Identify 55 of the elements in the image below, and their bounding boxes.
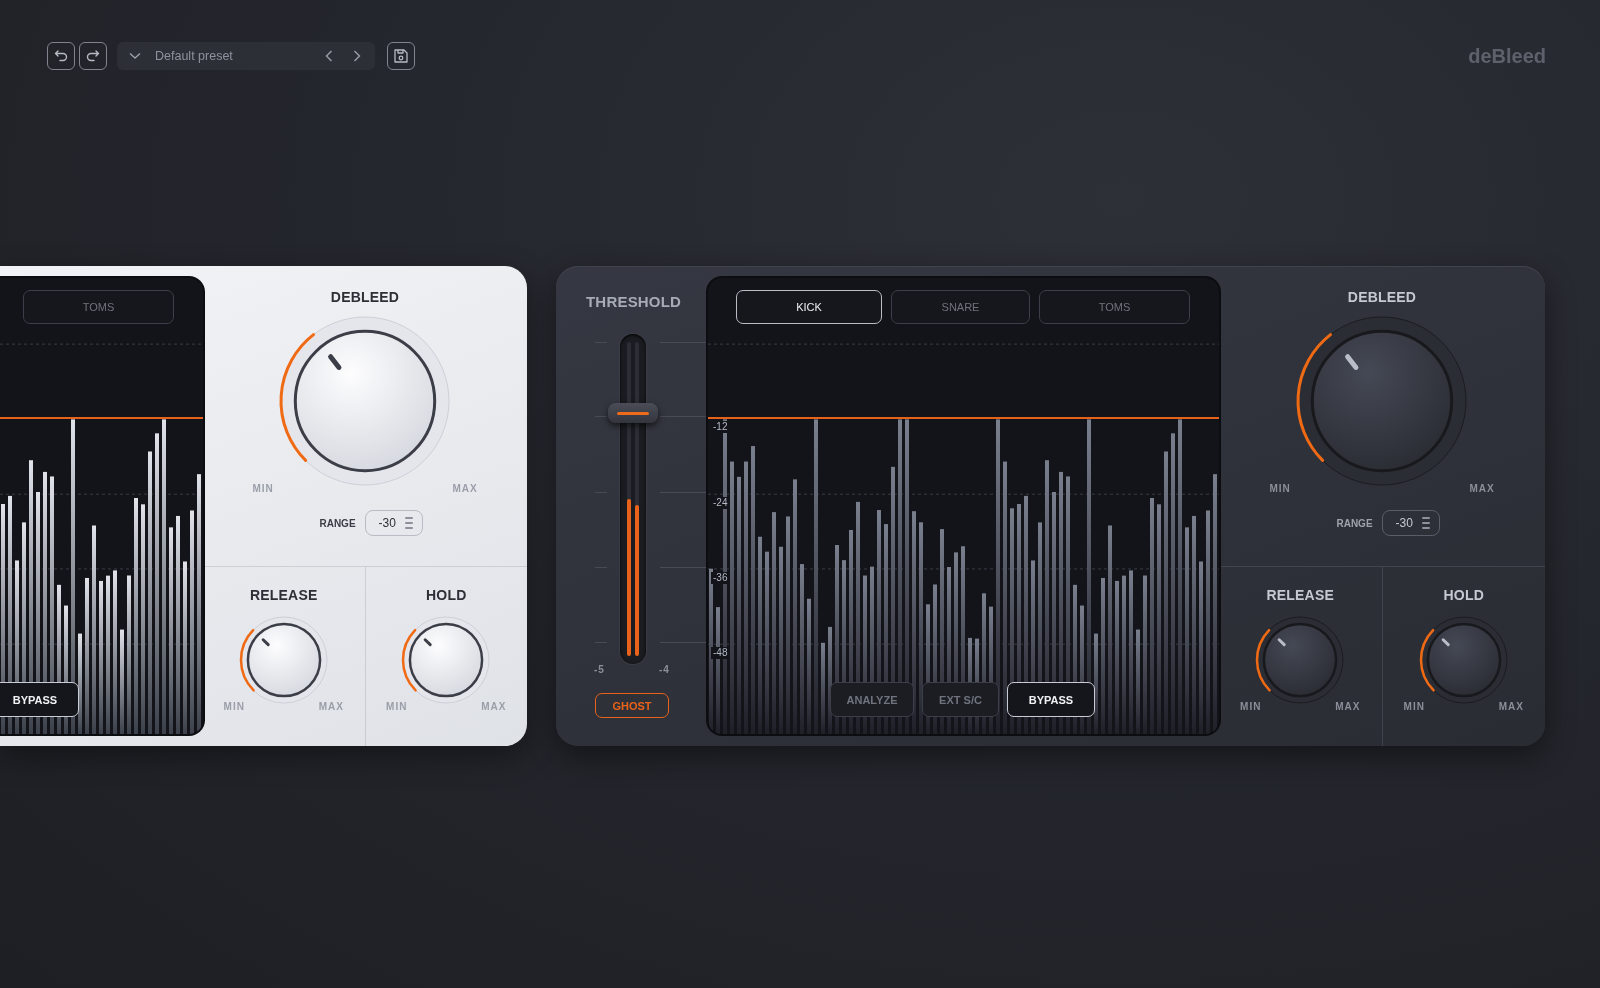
spectrum-button[interactable]: BYPASS [1007,682,1095,717]
ghost-button[interactable]: GHOST [595,693,669,718]
save-icon [393,48,409,64]
instrument-tab[interactable]: SNARE [891,290,1030,324]
logo: deBleed [1468,44,1546,68]
range-label: RANGE [1336,517,1373,529]
knob-title: DEBLEED [330,289,400,305]
spectrum-button[interactable]: ANALYZE [830,682,914,717]
max-label: MAX [452,483,478,494]
scale-label: -24 [711,497,730,510]
max-label: MAX [1469,483,1495,494]
next-icon[interactable] [353,50,361,62]
threshold-title: THRESHOLD [586,293,682,310]
min-label: MIN [1240,701,1262,712]
max-label: MAX [1335,701,1361,712]
max-label: MAX [481,701,507,712]
preset-name: Default preset [155,49,234,63]
meter-reading: -5 [594,664,605,675]
preset-selector[interactable]: Default preset [117,42,375,70]
instrument-tab[interactable]: TOMS [23,290,174,324]
min-label: MIN [1269,483,1291,494]
knob-title: RELEASE [250,587,318,603]
undo-icon [54,49,68,63]
undo-button[interactable] [47,42,75,70]
stepper-icon [404,516,413,530]
instrument-tab[interactable]: TOMS [1039,290,1190,324]
save-button[interactable] [387,42,415,70]
redo-icon [86,49,100,63]
redo-button[interactable] [79,42,107,70]
stepper-icon [1421,516,1430,530]
fader-handle[interactable] [608,403,658,424]
scale-label: -36 [711,571,730,584]
min-label: MIN [223,701,245,712]
knob-title: RELEASE [1266,587,1334,603]
spectrum-button[interactable]: EXT S/C [922,682,999,717]
scale-label: -12 [711,421,730,433]
range-field[interactable]: -30 [1381,510,1440,536]
knob-title: HOLD [1443,587,1484,603]
max-label: MAX [318,701,344,712]
previous-icon[interactable] [325,50,333,62]
min-label: MIN [252,483,274,494]
min-label: MIN [1403,701,1425,712]
min-label: MIN [386,701,408,712]
threshold-fader[interactable] [608,334,658,664]
chevron-down-icon [129,52,141,60]
knob[interactable] [277,313,453,489]
spectrum-button[interactable]: BYPASS [0,682,79,717]
instrument-tab[interactable]: KICK [736,290,882,324]
max-label: MAX [1498,701,1524,712]
meter-reading: -4 [659,664,670,675]
knob-title: HOLD [426,587,467,603]
range-field[interactable]: -30 [364,510,423,536]
scale-label: -48 [711,647,730,660]
knob-title: DEBLEED [1347,289,1417,305]
range-label: RANGE [319,517,356,529]
